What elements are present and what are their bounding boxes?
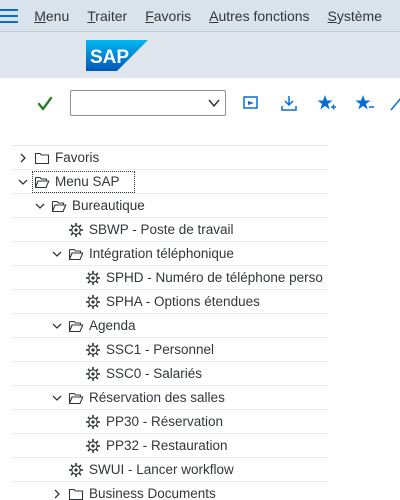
transaction-icon (69, 463, 83, 477)
tree-node-ssc0[interactable]: SSC0 - Salariés (12, 362, 328, 386)
tree-node-reservation-des-salles[interactable]: Réservation des salles (12, 386, 328, 410)
transaction-icon (86, 343, 100, 357)
tree-node-label: Réservation des salles (89, 390, 225, 405)
tree-node-favoris[interactable]: Favoris (12, 146, 328, 170)
folder-closed-icon (34, 152, 50, 165)
menu-item-traiter[interactable]: Traiter (87, 8, 127, 24)
transaction-icon (86, 367, 100, 381)
chevron-right-icon[interactable] (51, 488, 63, 500)
create-favorite-star-icon[interactable] (317, 93, 337, 113)
tree-node-menu-sap[interactable]: Menu SAP (12, 170, 328, 194)
tree-node-label: PP32 - Restauration (106, 438, 228, 453)
transaction-icon (86, 439, 100, 453)
menu-bar: Menu Traiter Favoris Autres fonctions Sy… (0, 0, 400, 32)
tree-node-label: SPHA - Options étendues (106, 294, 260, 309)
sap-logo: SAP (86, 40, 148, 71)
tree-node-integration-telephonique[interactable]: Intégration téléphonique (12, 242, 328, 266)
tree-node-label: Bureautique (72, 198, 145, 213)
chevron-down-icon[interactable] (51, 248, 63, 260)
transaction-icon (86, 271, 100, 285)
tree-node-sphd[interactable]: SPHD - Numéro de téléphone perso (12, 266, 328, 290)
sap-menu-tree: Favoris Menu SAP Bureautique SBWP - Post… (12, 145, 328, 500)
svg-text:SAP: SAP (90, 47, 129, 68)
menu-item-menu[interactable]: Menu (34, 8, 69, 24)
tree-node-label: Favoris (55, 150, 100, 165)
tree-node-label: SBWP - Poste de travail (89, 222, 234, 237)
chevron-down-icon[interactable] (17, 176, 29, 188)
hamburger-menu-icon[interactable] (0, 0, 19, 31)
chevron-down-icon[interactable] (207, 97, 221, 109)
tree-node-label: SSC1 - Personnel (106, 342, 215, 357)
tree-node-pp32[interactable]: PP32 - Restauration (12, 434, 328, 458)
tree-node-sbwp[interactable]: SBWP - Poste de travail (12, 218, 328, 242)
tree-node-label: PP30 - Réservation (106, 414, 224, 429)
transaction-icon (69, 223, 83, 237)
transaction-icon (86, 415, 100, 429)
tree-node-pp30[interactable]: PP30 - Réservation (12, 410, 328, 434)
tree-node-business-documents[interactable]: Business Documents (12, 482, 328, 500)
folder-open-icon (34, 176, 50, 189)
folder-open-icon (68, 248, 84, 261)
download-icon[interactable] (279, 93, 299, 113)
delete-favorite-star-icon[interactable] (355, 93, 375, 113)
chevron-down-icon[interactable] (51, 320, 63, 332)
enter-check-icon[interactable] (35, 94, 55, 114)
transaction-icon (86, 295, 100, 309)
tree-node-label: Agenda (89, 318, 136, 333)
tree-node-label: Intégration téléphonique (89, 246, 234, 261)
folder-open-icon (51, 200, 67, 213)
menu-item-systeme[interactable]: Système (328, 8, 382, 24)
chevron-down-icon[interactable] (34, 200, 46, 212)
toolbar (0, 78, 400, 128)
menu-item-autres-fonctions[interactable]: Autres fonctions (209, 8, 309, 24)
tree-node-swui[interactable]: SWUI - Lancer workflow (12, 458, 328, 482)
edit-icon[interactable] (388, 93, 400, 113)
chevron-down-icon[interactable] (51, 392, 63, 404)
command-field[interactable] (70, 90, 226, 116)
tree-node-agenda[interactable]: Agenda (12, 314, 328, 338)
title-area: SAP (0, 32, 400, 78)
menu-item-favoris[interactable]: Favoris (145, 8, 191, 24)
tree-node-label: Menu SAP (55, 174, 120, 189)
folder-closed-icon (68, 488, 84, 500)
chevron-right-icon[interactable] (17, 152, 29, 164)
tree-node-bureautique[interactable]: Bureautique (12, 194, 328, 218)
folder-open-icon (68, 320, 84, 333)
tree-node-label: SSC0 - Salariés (106, 366, 203, 381)
add-to-favorites-icon[interactable] (241, 93, 261, 113)
tree-node-spha[interactable]: SPHA - Options étendues (12, 290, 328, 314)
tree-node-label: Business Documents (89, 486, 216, 500)
tree-node-label: SWUI - Lancer workflow (89, 462, 234, 477)
folder-open-icon (68, 392, 84, 405)
command-input[interactable] (71, 91, 199, 115)
tree-node-ssc1[interactable]: SSC1 - Personnel (12, 338, 328, 362)
tree-node-label: SPHD - Numéro de téléphone perso (106, 270, 323, 285)
